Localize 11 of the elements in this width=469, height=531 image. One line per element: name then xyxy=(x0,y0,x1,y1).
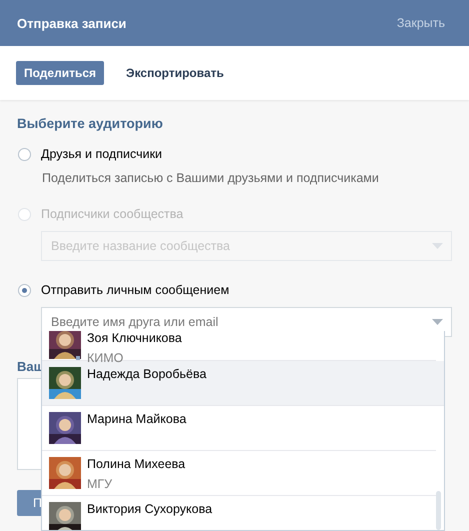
friend-name: Виктория Сухорукова xyxy=(87,502,212,516)
friend-subtitle: МГУ xyxy=(87,477,114,491)
section-heading: Выберите аудиторию xyxy=(17,116,164,131)
friend-name: Надежда Воробьёва xyxy=(87,367,206,381)
radio-label: Подписчики сообщества xyxy=(41,207,184,221)
friend-name: Марина Майкова xyxy=(87,412,186,426)
radio-label: Отправить личным сообщением xyxy=(41,283,230,297)
radio-label: Друзья и подписчики xyxy=(41,147,162,161)
window-title: Отправка записи xyxy=(17,16,126,30)
friend-name: Полина Михеева xyxy=(87,457,186,471)
option-description: Поделиться записью с Вашими друзьями и подписчиками xyxy=(42,171,380,185)
